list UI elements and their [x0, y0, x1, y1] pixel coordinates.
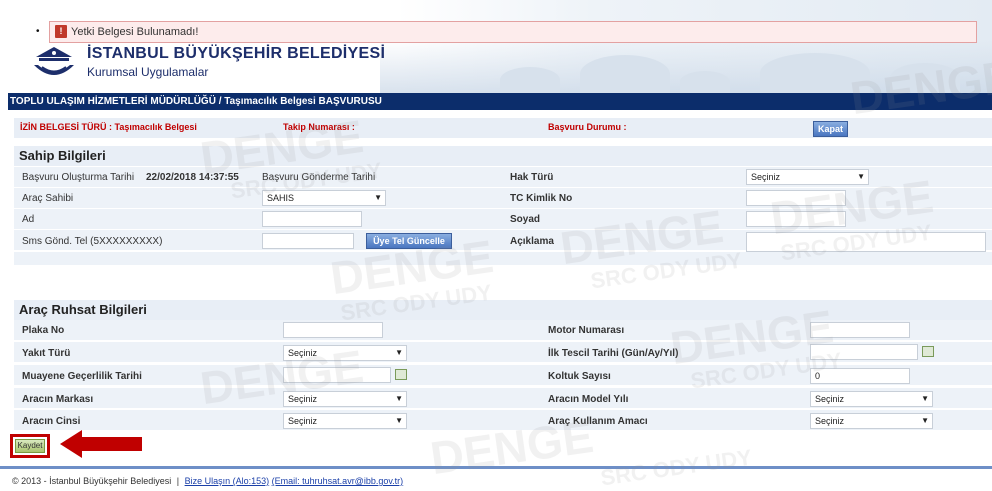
calendar-icon[interactable]	[922, 346, 934, 357]
engine-number-input[interactable]	[810, 322, 910, 338]
owner-section-title: Sahip Bilgileri	[14, 146, 992, 166]
inspection-date-label: Muayene Geçerlilik Tarihi	[22, 371, 142, 382]
surname-label: Soyad	[510, 214, 541, 225]
sms-phone-input[interactable]	[262, 233, 354, 249]
fuel-type-select[interactable]: Seçiniz ▼	[283, 345, 407, 361]
permit-type-label: İZİN BELGESİ TÜRÜ : Taşımacılık Belgesi	[20, 122, 197, 132]
first-registration-input[interactable]	[810, 344, 918, 360]
right-type-select[interactable]: Seçiniz ▼	[746, 169, 869, 185]
plate-label: Plaka No	[22, 325, 65, 336]
vehicle-kind-select[interactable]: Seçiniz ▼	[283, 413, 407, 429]
error-icon: !	[55, 25, 67, 38]
vehicle-owner-label: Araç Sahibi	[22, 193, 74, 204]
sms-phone-label: Sms Gönd. Tel (5XXXXXXXXX)	[22, 236, 163, 247]
model-year-label: Aracın Model Yılı	[548, 394, 629, 405]
description-input[interactable]	[746, 232, 986, 252]
plate-input[interactable]	[283, 322, 383, 338]
engine-number-label: Motor Numarası	[548, 325, 625, 336]
seat-count-input[interactable]: 0	[810, 368, 910, 384]
email-link[interactable]: (Email: tuhruhsat.avr@ibb.gov.tr)	[272, 476, 404, 486]
created-date-value: 22/02/2018 14:37:55	[146, 172, 239, 183]
pointer-arrow-shaft	[80, 437, 142, 451]
vehicle-brand-select[interactable]: Seçiniz ▼	[283, 391, 407, 407]
seat-count-label: Koltuk Sayısı	[548, 371, 611, 382]
calendar-icon[interactable]	[395, 369, 407, 380]
description-label: Açıklama	[510, 236, 554, 247]
chevron-down-icon: ▼	[395, 416, 403, 425]
model-year-select[interactable]: Seçiniz ▼	[810, 391, 933, 407]
tc-number-label: TC Kimlik No	[510, 193, 573, 204]
city-skyline-decoration	[380, 40, 992, 93]
surname-input[interactable]	[746, 211, 846, 227]
chevron-down-icon: ▼	[395, 348, 403, 357]
footer-copyright: © 2013 - İstanbul Büyükşehir Belediyesi	[12, 476, 172, 486]
vehicle-section-title: Araç Ruhsat Bilgileri	[14, 300, 992, 320]
fuel-type-label: Yakıt Türü	[22, 348, 71, 359]
sent-date-label: Başvuru Gönderme Tarihi	[262, 172, 376, 183]
brand-subtitle: Kurumsal Uygulamalar	[87, 65, 209, 79]
vehicle-brand-label: Aracın Markası	[22, 394, 94, 405]
application-status-label: Başvuru Durumu :	[548, 122, 627, 132]
page-title-bar: TOPLU ULAŞIM HİZMETLERİ MÜDÜRLÜĞÜ / Taşı…	[8, 93, 992, 110]
save-button[interactable]: Kaydet	[15, 439, 45, 453]
footer: © 2013 - İstanbul Büyükşehir Belediyesi …	[12, 476, 403, 486]
error-message: Yetki Belgesi Bulunamadı!	[71, 26, 199, 38]
tracking-number-label: Takip Numarası :	[283, 122, 355, 132]
chevron-down-icon: ▼	[374, 193, 382, 202]
brand-title: İSTANBUL BÜYÜKŞEHİR BELEDİYESİ	[87, 45, 386, 62]
usage-purpose-select[interactable]: Seçiniz ▼	[810, 413, 933, 429]
chevron-down-icon: ▼	[921, 394, 929, 403]
vehicle-kind-label: Aracın Cinsi	[22, 416, 81, 427]
footer-separator: |	[176, 476, 180, 486]
pointer-arrow-icon	[60, 430, 82, 458]
chevron-down-icon: ▼	[857, 172, 865, 181]
ibb-logo-icon	[34, 47, 74, 75]
right-type-label: Hak Türü	[510, 172, 554, 183]
footer-divider	[0, 466, 992, 469]
first-registration-label: İlk Tescil Tarihi (Gün/Ay/Yıl)	[548, 348, 679, 359]
error-bullet: •	[36, 26, 40, 37]
created-date-label: Başvuru Oluşturma Tarihi	[22, 172, 135, 183]
chevron-down-icon: ▼	[921, 416, 929, 425]
save-button-highlight: Kaydet	[10, 434, 50, 458]
vehicle-owner-select[interactable]: SAHIS ▼	[262, 190, 386, 206]
chevron-down-icon: ▼	[395, 394, 403, 403]
owner-row-spacer	[14, 252, 992, 266]
contact-link[interactable]: Bize Ulaşın (Alo:153)	[185, 476, 270, 486]
tc-number-input[interactable]	[746, 190, 846, 206]
name-input[interactable]	[262, 211, 362, 227]
usage-purpose-label: Araç Kullanım Amacı	[548, 416, 648, 427]
inspection-date-input[interactable]	[283, 367, 391, 383]
close-button[interactable]: Kapat	[813, 121, 848, 137]
update-phone-button[interactable]: Üye Tel Güncelle	[366, 233, 452, 249]
name-label: Ad	[22, 214, 35, 225]
